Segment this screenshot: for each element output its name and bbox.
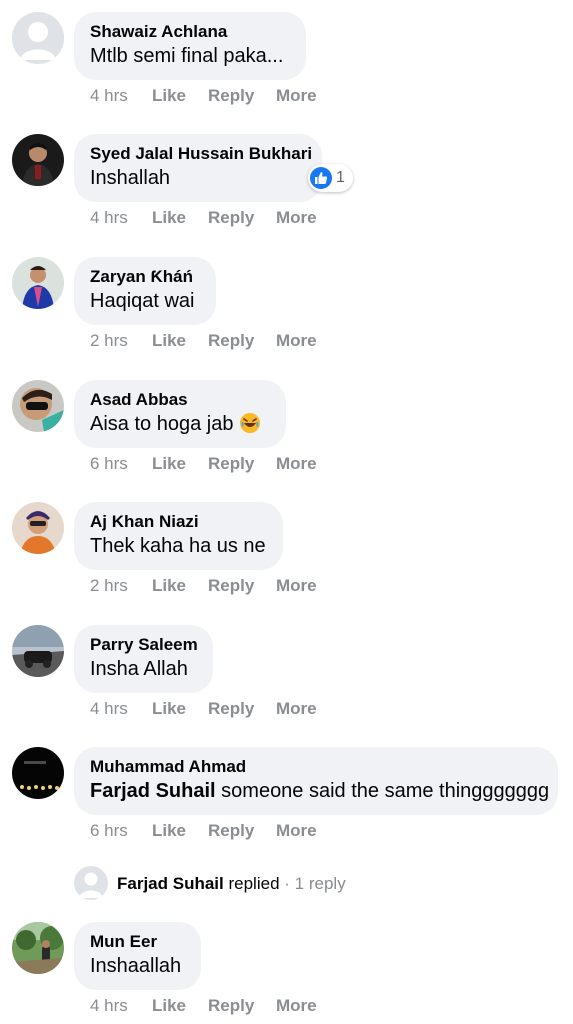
comment-text-content: Aisa to hoga jab: [90, 413, 234, 435]
timestamp[interactable]: 6 hrs: [90, 453, 128, 475]
avatar[interactable]: [12, 257, 64, 309]
comment-text: Inshaallah: [90, 955, 182, 977]
timestamp[interactable]: 2 hrs: [90, 575, 128, 597]
comment-text: Inshallah: [90, 167, 171, 189]
comment-text: Insha Allah: [90, 658, 188, 680]
replied-label: replied: [228, 874, 280, 893]
reaction-count: 1: [336, 169, 345, 186]
reply-button[interactable]: Reply: [208, 820, 254, 842]
more-button[interactable]: More: [276, 698, 317, 720]
avatar[interactable]: [12, 747, 64, 799]
reply-button[interactable]: Reply: [208, 453, 254, 475]
comment-text: Aisa to hoga jab: [90, 411, 270, 438]
avatar[interactable]: [12, 922, 64, 974]
avatar[interactable]: [12, 134, 64, 186]
profile-photo: [12, 134, 64, 186]
more-button[interactable]: More: [276, 207, 317, 229]
comment-text: Farjad Suhail someone said the same thin…: [90, 778, 549, 805]
avatar[interactable]: [12, 12, 64, 64]
more-button[interactable]: More: [276, 995, 317, 1017]
like-button[interactable]: Like: [152, 453, 186, 475]
timestamp[interactable]: 4 hrs: [90, 698, 128, 720]
replier-avatar: [74, 866, 108, 900]
like-button[interactable]: Like: [152, 995, 186, 1017]
commenter-name[interactable]: Syed Jalal Hussain Bukhari: [90, 143, 312, 165]
timestamp[interactable]: 4 hrs: [90, 207, 128, 229]
comment-bubble[interactable]: Mun Eer Inshaallah: [74, 922, 201, 990]
reaction-count-badge[interactable]: 1: [308, 164, 353, 192]
comment-text: Haqiqat wai: [90, 290, 195, 312]
comment-bubble[interactable]: Parry Saleem Insha Allah: [74, 625, 213, 693]
commenter-name[interactable]: Mun Eer: [90, 931, 185, 953]
comment-bubble[interactable]: Shawaiz Achlana Mtlb semi final paka...: [74, 12, 306, 80]
default-avatar-icon: [74, 866, 108, 900]
comment-bubble[interactable]: Syed Jalal Hussain Bukhari Inshallah: [74, 134, 322, 202]
reply-button[interactable]: Reply: [208, 575, 254, 597]
more-button[interactable]: More: [276, 85, 317, 107]
comment-text: Mtlb semi final paka...: [90, 45, 284, 67]
profile-photo: [12, 257, 64, 309]
profile-photo: [12, 625, 64, 677]
profile-photo: [12, 502, 64, 554]
more-button[interactable]: More: [276, 330, 317, 352]
comment-bubble[interactable]: Zaryan Ƙháń Haqiqat wai: [74, 257, 216, 325]
like-reaction-icon: [310, 167, 332, 189]
comment-text-content: someone said the same thinggggggg: [221, 780, 550, 802]
replier-name: Farjad Suhail: [117, 874, 224, 893]
commenter-name[interactable]: Asad Abbas: [90, 389, 270, 411]
like-button[interactable]: Like: [152, 575, 186, 597]
comment-bubble[interactable]: Asad Abbas Aisa to hoga jab: [74, 380, 286, 448]
timestamp[interactable]: 2 hrs: [90, 330, 128, 352]
avatar[interactable]: [12, 380, 64, 432]
reply-button[interactable]: Reply: [208, 330, 254, 352]
like-button[interactable]: Like: [152, 330, 186, 352]
replies-summary: Farjad Suhail replied · 1 reply: [117, 873, 346, 895]
mention-link[interactable]: Farjad Suhail: [90, 780, 216, 802]
commenter-name[interactable]: Muhammad Ahmad: [90, 756, 542, 778]
like-button[interactable]: Like: [152, 698, 186, 720]
default-avatar-icon: [12, 12, 64, 64]
more-button[interactable]: More: [276, 575, 317, 597]
profile-photo: [12, 747, 64, 799]
avatar[interactable]: [12, 625, 64, 677]
avatar[interactable]: [12, 502, 64, 554]
commenter-name[interactable]: Zaryan Ƙháń: [90, 266, 200, 288]
comment-text: Thek kaha ha us ne: [90, 535, 266, 557]
reply-button[interactable]: Reply: [208, 698, 254, 720]
laughing-emoji-icon: [239, 412, 261, 434]
reply-button[interactable]: Reply: [208, 85, 254, 107]
reply-button[interactable]: Reply: [208, 995, 254, 1017]
profile-photo: [12, 380, 64, 432]
profile-photo: [12, 922, 64, 974]
more-button[interactable]: More: [276, 453, 317, 475]
like-button[interactable]: Like: [152, 85, 186, 107]
reply-button[interactable]: Reply: [208, 207, 254, 229]
commenter-name[interactable]: Aj Khan Niazi: [90, 511, 267, 533]
comment-bubble[interactable]: Muhammad Ahmad Farjad Suhail someone sai…: [74, 747, 558, 815]
like-button[interactable]: Like: [152, 207, 186, 229]
separator: ·: [284, 874, 290, 893]
reply-count: 1 reply: [294, 874, 346, 893]
timestamp[interactable]: 4 hrs: [90, 85, 128, 107]
commenter-name[interactable]: Parry Saleem: [90, 634, 198, 656]
timestamp[interactable]: 4 hrs: [90, 995, 128, 1017]
timestamp[interactable]: 6 hrs: [90, 820, 128, 842]
commenter-name[interactable]: Shawaiz Achlana: [90, 21, 290, 43]
like-button[interactable]: Like: [152, 820, 186, 842]
comment-bubble[interactable]: Aj Khan Niazi Thek kaha ha us ne: [74, 502, 283, 570]
more-button[interactable]: More: [276, 820, 317, 842]
